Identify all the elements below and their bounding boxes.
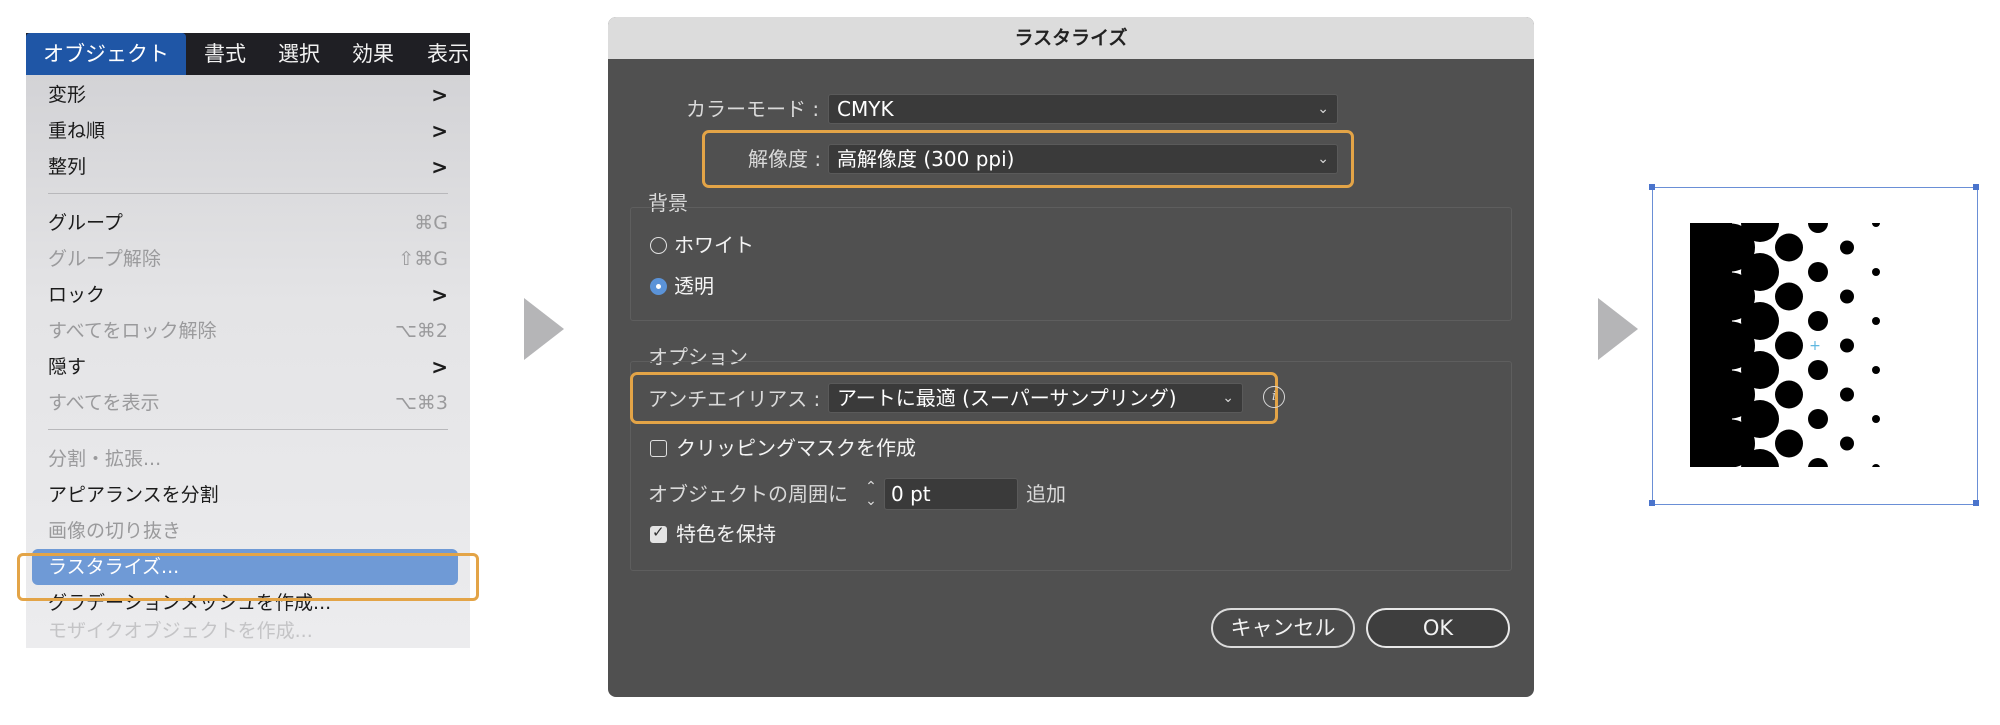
submenu-chevron-icon: > — [431, 155, 448, 179]
menu-item-flatten-appearance[interactable]: アピアランスを分割 — [26, 477, 470, 513]
menu-bar-object[interactable]: オブジェクト — [26, 33, 186, 75]
color-mode-label: カラーモード : — [686, 97, 820, 121]
chevron-down-icon: ⌄ — [1222, 390, 1234, 406]
antialias-select[interactable]: アートに最適 (スーパーサンプリング) ⌄ — [828, 383, 1243, 413]
submenu-chevron-icon: > — [431, 83, 448, 107]
chevron-down-icon: ⌄ — [1317, 101, 1329, 117]
menu-item-label: 隠す — [48, 356, 87, 378]
menu-item-ungroup[interactable]: グループ解除 ⇧⌘G — [26, 241, 470, 277]
menu-item-shortcut: ⌥⌘3 — [395, 392, 448, 414]
radio-white[interactable] — [650, 237, 667, 254]
add-around-value: 0 pt — [891, 482, 931, 506]
menu-item-shortcut: ⌥⌘2 — [395, 320, 448, 342]
menu-item-label: すべてを表示 — [48, 392, 160, 414]
menu-item-shortcut: ⇧⌘G — [398, 248, 448, 270]
resolution-value: 高解像度 (300 ppi) — [837, 147, 1015, 171]
menu-separator — [48, 193, 448, 194]
menu-bar-select[interactable]: 選択 — [278, 33, 320, 75]
menu-item-label: すべてをロック解除 — [48, 320, 217, 342]
menu-item-shortcut: ⌘G — [414, 212, 448, 234]
menu-item-hide[interactable]: 隠す > — [26, 349, 470, 385]
menu-separator — [48, 429, 448, 430]
antialias-value: アートに最適 (スーパーサンプリング) — [837, 386, 1177, 410]
selection-handle[interactable] — [1973, 500, 1979, 506]
rasterize-highlight-frame — [17, 553, 479, 601]
arrow-right-icon — [524, 298, 564, 360]
add-around-input[interactable]: 0 pt — [884, 478, 1018, 510]
resolution-select[interactable]: 高解像度 (300 ppi) ⌄ — [828, 144, 1338, 174]
color-mode-select[interactable]: CMYK ⌄ — [828, 94, 1338, 124]
submenu-chevron-icon: > — [431, 283, 448, 307]
menu-item-align[interactable]: 整列 > — [26, 149, 470, 185]
selection-bounding-box — [1652, 187, 1978, 505]
menu-bar-effect[interactable]: 効果 — [352, 33, 394, 75]
resolution-label: 解像度 : — [748, 147, 822, 171]
menu-bar-type[interactable]: 書式 — [204, 33, 246, 75]
rasterize-dialog: ラスタライズ カラーモード : CMYK ⌄ 解像度 : 高解像度 (300 p… — [608, 17, 1534, 697]
radio-transparent-label: 透明 — [674, 274, 714, 298]
clipping-mask-label: クリッピングマスクを作成 — [676, 436, 916, 460]
arrow-right-icon — [1598, 298, 1638, 360]
menu-item-label: ロック — [48, 284, 106, 306]
menu-item-arrange[interactable]: 重ね順 > — [26, 113, 470, 149]
radio-white-label: ホワイト — [674, 233, 754, 257]
antialias-label: アンチエイリアス : — [648, 387, 821, 411]
menu-item-label: グループ — [48, 212, 123, 234]
menu-item-label: アピアランスを分割 — [48, 484, 219, 506]
dialog-title: ラスタライズ — [608, 17, 1534, 59]
clipping-mask-checkbox[interactable] — [650, 440, 667, 457]
menu-item-mosaic[interactable]: モザイクオブジェクトを作成... — [26, 620, 470, 648]
preserve-spot-checkbox[interactable] — [650, 523, 667, 543]
background-group — [630, 207, 1512, 321]
menu-item-group[interactable]: グループ ⌘G — [26, 205, 470, 241]
selection-handle[interactable] — [1649, 500, 1655, 506]
menu-item-label: 画像の切り抜き — [48, 520, 182, 542]
menu-bar: オブジェクト 書式 選択 効果 表示 — [26, 33, 470, 75]
submenu-chevron-icon: > — [431, 119, 448, 143]
add-around-label: オブジェクトの周囲に — [648, 482, 848, 506]
menu-item-lock[interactable]: ロック > — [26, 277, 470, 313]
stepper-arrows-icon[interactable]: ⌃ ⌄ — [860, 480, 882, 510]
preserve-spot-label: 特色を保持 — [676, 522, 776, 546]
menu-item-label: 重ね順 — [48, 120, 106, 142]
chevron-down-icon: ⌄ — [1317, 151, 1329, 167]
menu-item-label: 変形 — [48, 84, 87, 106]
menu-item-show-all[interactable]: すべてを表示 ⌥⌘3 — [26, 385, 470, 421]
menu-item-unlock-all[interactable]: すべてをロック解除 ⌥⌘2 — [26, 313, 470, 349]
menu-item-label: グループ解除 — [48, 248, 161, 270]
menu-item-label: 分割・拡張... — [48, 448, 162, 470]
radio-transparent[interactable] — [650, 278, 667, 295]
rasterized-artwork: + — [1649, 184, 1982, 507]
menu-item-label: モザイクオブジェクトを作成... — [48, 620, 313, 642]
menu-bar-view[interactable]: 表示 — [427, 33, 469, 75]
menu-item-transform[interactable]: 変形 > — [26, 77, 470, 113]
color-mode-value: CMYK — [837, 97, 894, 121]
add-around-suffix: 追加 — [1026, 482, 1066, 506]
ok-button[interactable]: OK — [1366, 608, 1510, 648]
menu-item-label: 整列 — [48, 156, 87, 178]
info-icon[interactable]: i — [1263, 386, 1285, 408]
menu-item-expand[interactable]: 分割・拡張... — [26, 441, 470, 477]
selection-handle[interactable] — [1973, 184, 1979, 190]
menu-item-crop-image[interactable]: 画像の切り抜き — [26, 513, 470, 549]
selection-handle[interactable] — [1649, 184, 1655, 190]
submenu-chevron-icon: > — [431, 355, 448, 379]
cancel-button[interactable]: キャンセル — [1211, 608, 1355, 648]
